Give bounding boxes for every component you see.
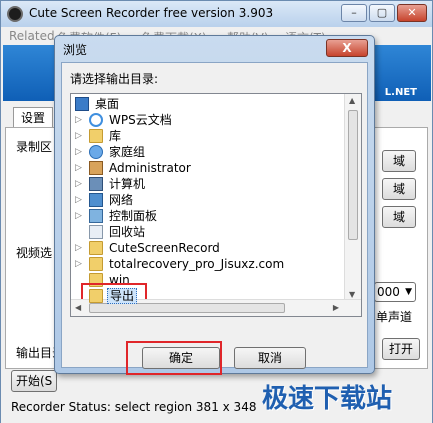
tree-vertical-scrollbar[interactable]: ▲ ▼: [344, 94, 361, 301]
folder-icon: [89, 289, 103, 303]
dialog-prompt: 请选择输出目录:: [70, 72, 159, 86]
recorder-status: Recorder Status: select region 381 x 348: [11, 400, 257, 414]
browse-dialog: 浏览 X 请选择输出目录: 桌面 ▷ WPS云文档 ▷ 库 ▷ 家庭组 ▷ Ad…: [54, 35, 375, 375]
close-button[interactable]: ✕: [397, 4, 427, 22]
recycle-bin-icon: [89, 225, 103, 239]
dialog-body: 请选择输出目录: 桌面 ▷ WPS云文档 ▷ 库 ▷ 家庭组 ▷ Adminis…: [61, 62, 368, 375]
maximize-button[interactable]: ▢: [369, 4, 395, 22]
expand-arrow-icon[interactable]: ▷: [75, 144, 85, 160]
computer-icon: [89, 177, 103, 191]
region-button-3[interactable]: 域: [382, 206, 416, 228]
expand-arrow-icon[interactable]: ▷: [75, 240, 85, 256]
quality-dropdown[interactable]: 000 ▼: [374, 282, 416, 302]
desktop-icon: [75, 97, 89, 111]
menu-related[interactable]: Related: [9, 29, 55, 43]
folder-icon: [89, 257, 103, 271]
expand-arrow-icon[interactable]: ▷: [75, 192, 85, 208]
expand-arrow-icon[interactable]: ▷: [75, 128, 85, 144]
cancel-button[interactable]: 取消: [234, 347, 306, 369]
scroll-up-icon[interactable]: ▲: [349, 96, 355, 105]
control-panel-icon: [89, 209, 103, 223]
expand-arrow-icon[interactable]: ▷: [75, 208, 85, 224]
dialog-title: 浏览: [63, 43, 88, 57]
start-button[interactable]: 开始(S: [11, 370, 57, 392]
expand-arrow-icon[interactable]: ▷: [75, 176, 85, 192]
window-title: Cute Screen Recorder free version 3.903: [29, 6, 274, 20]
network-icon: [89, 193, 103, 207]
tab-settings[interactable]: 设置: [13, 107, 53, 129]
dialog-close-button[interactable]: X: [326, 39, 368, 57]
banner-logo: L.NET: [384, 87, 417, 98]
scroll-right-icon[interactable]: ▶: [333, 303, 339, 312]
vertical-scroll-thumb[interactable]: [348, 110, 358, 240]
horizontal-scroll-thumb[interactable]: [89, 303, 285, 313]
cloud-icon: [89, 113, 103, 127]
user-icon: [89, 161, 103, 175]
ok-highlight-box: [126, 341, 222, 375]
expand-arrow-icon[interactable]: ▷: [75, 256, 85, 272]
folder-icon: [89, 241, 103, 255]
homegroup-icon: [89, 145, 103, 159]
scroll-down-icon[interactable]: ▼: [349, 290, 355, 299]
app-icon: [7, 6, 23, 22]
title-bar: Cute Screen Recorder free version 3.903 …: [1, 1, 432, 27]
expand-arrow-icon[interactable]: ▷: [75, 160, 85, 176]
region-button-1[interactable]: 域: [382, 150, 416, 172]
channel-label: 单声道: [376, 310, 413, 324]
chevron-down-icon: ▼: [405, 287, 412, 297]
video-label: 视频选: [16, 246, 53, 260]
quality-dropdown-value: 000: [377, 285, 400, 299]
watermark: 极速下载站: [262, 384, 393, 414]
expand-arrow-icon[interactable]: ▷: [75, 112, 85, 128]
record-area-label: 录制区: [16, 140, 53, 154]
open-button[interactable]: 打开: [382, 338, 420, 360]
folder-tree[interactable]: 桌面 ▷ WPS云文档 ▷ 库 ▷ 家庭组 ▷ Administrator ▷ …: [70, 93, 362, 317]
region-button-2[interactable]: 域: [382, 178, 416, 200]
library-icon: [89, 129, 103, 143]
minimize-button[interactable]: –: [341, 4, 367, 22]
scroll-left-icon[interactable]: ◀: [75, 303, 81, 312]
